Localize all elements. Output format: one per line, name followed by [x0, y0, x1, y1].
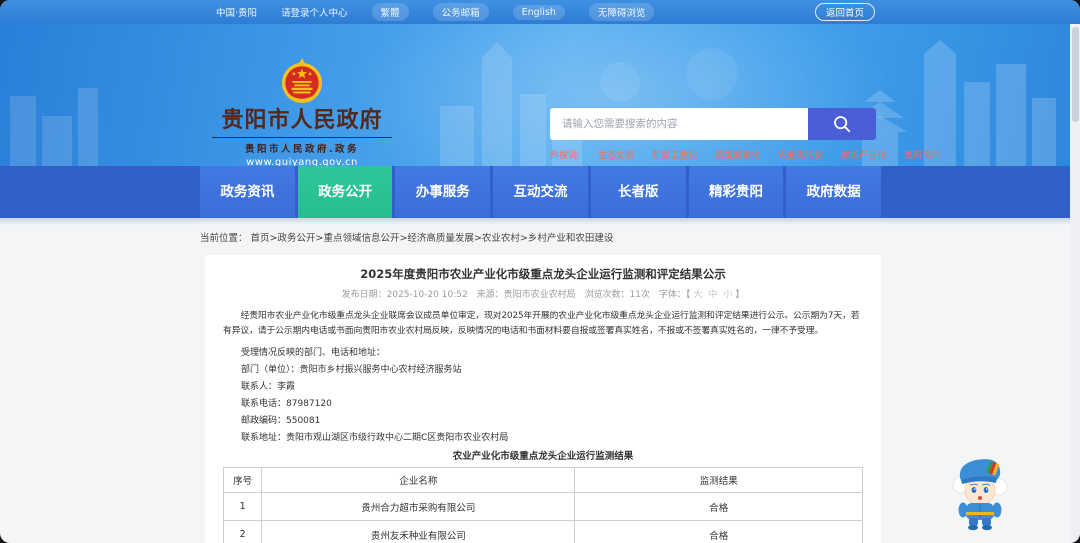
col-header-index: 序号 [222, 467, 263, 493]
scrollbar-thumb[interactable] [1071, 27, 1079, 122]
font-size-label: 字体：【 [658, 290, 691, 300]
contact-line: 部门（单位）：贵阳市乡村振兴服务中心农村经济服务站 [241, 365, 462, 375]
nav-items: 政务资讯 政务公开 办事服务 互动交流 长者版 精彩贵阳 政府数据 [200, 166, 882, 218]
article-card: 2025年度贵阳市农业产业化市级重点龙头企业运行监测和评定结果公示 发布日期：2… [205, 255, 881, 543]
nav-item-banshi-fuwu[interactable]: 办事服务 [395, 166, 491, 218]
breadcrumb-label: 当前位置： [200, 233, 248, 244]
hot-search-words: 热搜词: 生态文明 新型工业化 新型城镇化 农业现代化 旅游产业化 贵阳简介 [550, 148, 940, 161]
cell-company: 贵州合力超市采购有限公司 [261, 492, 576, 521]
topbar-link-english[interactable]: English [512, 4, 565, 20]
table-header-row: 序号 企业名称 监测结果 [222, 467, 863, 493]
article-body: 经贵阳市农业产业化市级重点龙头企业联席会议成员单位审定，现对2025年开展的农业… [222, 309, 863, 543]
table-row: 1 贵州合力超市采购有限公司 合格 [222, 492, 863, 521]
site-title: 贵阳市人民政府 [221, 108, 383, 133]
cell-index: 2 [222, 520, 263, 543]
article-meta: 发布日期：2025-10-20 10:52 来源：贵阳市农业农村局 浏览次数：1… [223, 289, 863, 301]
nav-item-zhengwu-zixun[interactable]: 政务资讯 [200, 166, 295, 218]
contact-info: 受理情况反映的部门、电话和地址： 部门（单位）：贵阳市乡村振兴服务中心农村经济服… [223, 345, 863, 447]
nav-item-hudong-jiaoliu[interactable]: 互动交流 [493, 166, 588, 218]
cell-result: 合格 [574, 520, 863, 543]
search-icon [834, 116, 851, 133]
topbar-link-accessibility[interactable]: 无障碍浏览 [588, 3, 655, 21]
service-mascot-icon[interactable] [948, 452, 1012, 532]
font-size-medium[interactable]: 中 [708, 290, 717, 300]
cityscape-silhouette [10, 40, 1056, 166]
article-source: 来源：贵阳市农业农村局 [476, 290, 576, 300]
main-navigation: 政务资讯 政务公开 办事服务 互动交流 长者版 精彩贵阳 政府数据 [0, 166, 1080, 225]
col-header-result: 监测结果 [574, 467, 863, 493]
hot-words-label: 热搜词: [550, 151, 581, 161]
site-url: www.guiyang.gov.cn [246, 157, 358, 166]
breadcrumb-path[interactable]: 首页>政务公开>重点领域信息公开>经济高质量发展>农业农村>乡村产业和农田建设 [251, 233, 614, 244]
topbar-link-login[interactable]: 请登录个人中心 [281, 5, 348, 19]
hot-word-2[interactable]: 新型工业化 [652, 148, 697, 161]
site-subtitle: 贵阳市人民政府.政务 [212, 137, 392, 155]
publish-date: 发布日期：2025-10-20 10:52 [341, 290, 468, 300]
font-size-small[interactable]: 小 [723, 290, 732, 300]
contact-line: 邮政编码：550081 [241, 416, 321, 426]
nav-item-zhengwu-gongkai[interactable]: 政务公开 [297, 166, 393, 218]
article-title: 2025年度贵阳市农业产业化市级重点龙头企业运行监测和评定结果公示 [360, 267, 726, 281]
table-row: 2 贵州友禾种业有限公司 合格 [222, 520, 863, 543]
article-paragraph: 经贵阳市农业产业化市级重点龙头企业联席会议成员单位审定，现对2025年开展的农业… [223, 311, 860, 336]
contact-line: 联系人：李霞 [241, 382, 296, 392]
search-button[interactable] [808, 108, 876, 140]
view-count: 浏览次数：11次 [584, 290, 650, 300]
col-header-company: 企业名称 [261, 467, 576, 493]
table-caption: 农业产业化市级重点龙头企业运行监测结果 [452, 451, 634, 462]
topbar-link-traditional-chinese[interactable]: 繁體 [371, 3, 409, 21]
top-links: 中国·贵阳 请登录个人中心 繁體 公务邮箱 English 无障碍浏览 [216, 3, 655, 21]
font-size-large[interactable]: 大 [693, 290, 702, 300]
nav-item-zhengfu-shuju[interactable]: 政府数据 [786, 166, 882, 218]
cell-index: 1 [222, 492, 263, 521]
return-home-button[interactable]: 返回首页 [814, 3, 875, 21]
cell-company: 贵州友禾种业有限公司 [261, 520, 576, 543]
hot-word-1[interactable]: 生态文明 [598, 148, 634, 161]
contact-line: 联系电话：87987120 [241, 399, 332, 409]
hot-word-4[interactable]: 农业现代化 [778, 148, 823, 161]
header-banner: 贵阳市人民政府 贵阳市人民政府.政务 www.guiyang.gov.cn 热搜… [0, 24, 1080, 166]
hot-word-5[interactable]: 旅游产业化 [841, 148, 886, 161]
nav-item-jingcai-guiyang[interactable]: 精彩贵阳 [688, 166, 784, 218]
contact-line: 联系地址：贵阳市观山湖区市级行政中心二期C区贵阳市农业农村局 [241, 433, 509, 443]
topbar-link-official-mail[interactable]: 公务邮箱 [432, 3, 489, 21]
monitor-result-table: 序号 企业名称 监测结果 1 贵州合力超市采购有限公司 合格 2 贵州友禾种业有… [222, 467, 863, 543]
contact-line: 受理情况反映的部门、电话和地址： [241, 348, 386, 358]
scrollbar-track [1070, 24, 1080, 543]
topbar-link-china-guiyang[interactable]: 中国·贵阳 [216, 5, 257, 19]
search-bar [550, 108, 876, 140]
national-emblem-icon [281, 58, 323, 103]
site-logo[interactable]: 贵阳市人民政府 贵阳市人民政府.政务 www.guiyang.gov.cn [212, 58, 392, 166]
hot-word-6[interactable]: 贵阳简介 [904, 148, 940, 161]
font-size-suffix: 】 [735, 290, 745, 300]
cell-result: 合格 [574, 492, 863, 521]
guiyang-gov-webpage: 中国·贵阳 请登录个人中心 繁體 公务邮箱 English 无障碍浏览 返回首页 [0, 0, 1080, 543]
nav-item-zhangzheban[interactable]: 长者版 [590, 166, 686, 218]
hot-word-3[interactable]: 新型城镇化 [715, 148, 760, 161]
search-input[interactable] [550, 108, 808, 140]
breadcrumb: 当前位置： 首页>政务公开>重点领域信息公开>经济高质量发展>农业农村>乡村产业… [200, 230, 613, 244]
top-utility-bar: 中国·贵阳 请登录个人中心 繁體 公务邮箱 English 无障碍浏览 返回首页 [0, 0, 1080, 24]
